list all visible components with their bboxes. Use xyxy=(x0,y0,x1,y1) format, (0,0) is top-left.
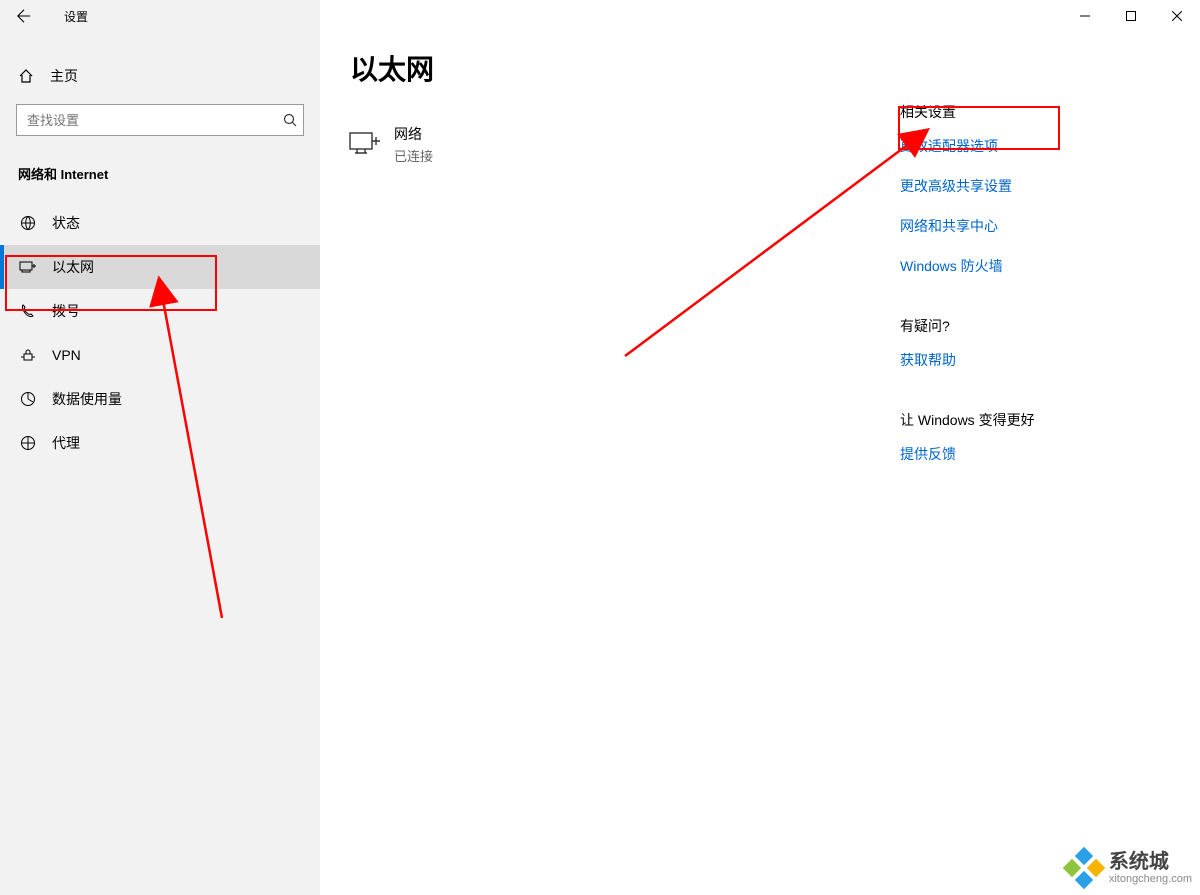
network-status: 已连接 xyxy=(394,146,433,165)
page-title: 以太网 xyxy=(350,48,900,88)
right-rail: 相关设置 更改适配器选项 更改高级共享设置 网络和共享中心 Windows 防火… xyxy=(900,48,1160,895)
nav-item-status[interactable]: 状态 xyxy=(0,201,320,245)
questions-block: 有疑问? 获取帮助 xyxy=(900,316,1160,370)
proxy-icon xyxy=(18,433,38,453)
link-change-adapter[interactable]: 更改适配器选项 xyxy=(900,136,1160,156)
ethernet-icon xyxy=(18,257,38,277)
vpn-icon xyxy=(18,345,38,365)
link-get-help[interactable]: 获取帮助 xyxy=(900,350,1160,370)
home-label: 主页 xyxy=(50,66,78,86)
nav-item-proxy[interactable]: 代理 xyxy=(0,421,320,465)
back-button[interactable] xyxy=(0,0,48,32)
related-settings-heading: 相关设置 xyxy=(900,102,1160,122)
back-arrow-icon xyxy=(16,8,32,24)
globe-icon xyxy=(18,213,38,233)
link-feedback[interactable]: 提供反馈 xyxy=(900,444,1160,464)
questions-heading: 有疑问? xyxy=(900,316,1160,336)
nav-label: VPN xyxy=(52,347,81,363)
improve-heading: 让 Windows 变得更好 xyxy=(900,410,1160,430)
search-wrap xyxy=(0,96,320,136)
nav-item-datausage[interactable]: 数据使用量 xyxy=(0,377,320,421)
nav-item-dialup[interactable]: 拨号 xyxy=(0,289,320,333)
link-network-center[interactable]: 网络和共享中心 xyxy=(900,216,1160,236)
nav-label: 以太网 xyxy=(52,257,94,277)
home-nav[interactable]: 主页 xyxy=(0,56,320,96)
watermark: 系统城 xitongcheng.com xyxy=(1063,847,1192,889)
nav-label: 数据使用量 xyxy=(52,389,122,409)
nav-label: 拨号 xyxy=(52,301,80,321)
sidebar: 主页 网络和 Internet 状态 以太网 xyxy=(0,0,320,895)
search-icon xyxy=(283,113,297,127)
watermark-url: xitongcheng.com xyxy=(1109,874,1192,885)
nav-group-title: 网络和 Internet xyxy=(0,164,320,183)
nav-list: 状态 以太网 拨号 VPN xyxy=(0,201,320,465)
improve-block: 让 Windows 变得更好 提供反馈 xyxy=(900,410,1160,464)
network-name: 网络 xyxy=(394,124,433,144)
main: 以太网 网络 已连接 相关设置 更改适配器选项 更改高级共享设置 网络和共享中心… xyxy=(320,0,1200,895)
watermark-text: 系统城 xitongcheng.com xyxy=(1109,852,1192,885)
monitor-network-icon xyxy=(348,128,382,162)
nav-label: 代理 xyxy=(52,433,80,453)
nav-item-vpn[interactable]: VPN xyxy=(0,333,320,377)
content-column: 以太网 网络 已连接 xyxy=(348,48,900,895)
nav-item-ethernet[interactable]: 以太网 xyxy=(0,245,320,289)
data-usage-icon xyxy=(18,389,38,409)
phone-icon xyxy=(18,301,38,321)
link-windows-firewall[interactable]: Windows 防火墙 xyxy=(900,256,1160,276)
nav-label: 状态 xyxy=(52,213,80,233)
search-input[interactable] xyxy=(17,105,303,135)
home-icon xyxy=(16,66,36,86)
network-item[interactable]: 网络 已连接 xyxy=(348,124,900,165)
link-advanced-sharing[interactable]: 更改高级共享设置 xyxy=(900,176,1160,196)
related-settings-block: 相关设置 更改适配器选项 更改高级共享设置 网络和共享中心 Windows 防火… xyxy=(900,102,1160,276)
settings-window: 设置 主页 xyxy=(0,0,1200,895)
window-title: 设置 xyxy=(64,8,88,25)
watermark-brand: 系统城 xyxy=(1109,852,1192,872)
watermark-logo-icon xyxy=(1063,847,1105,889)
network-text: 网络 已连接 xyxy=(394,124,433,165)
search-box[interactable] xyxy=(16,104,304,136)
